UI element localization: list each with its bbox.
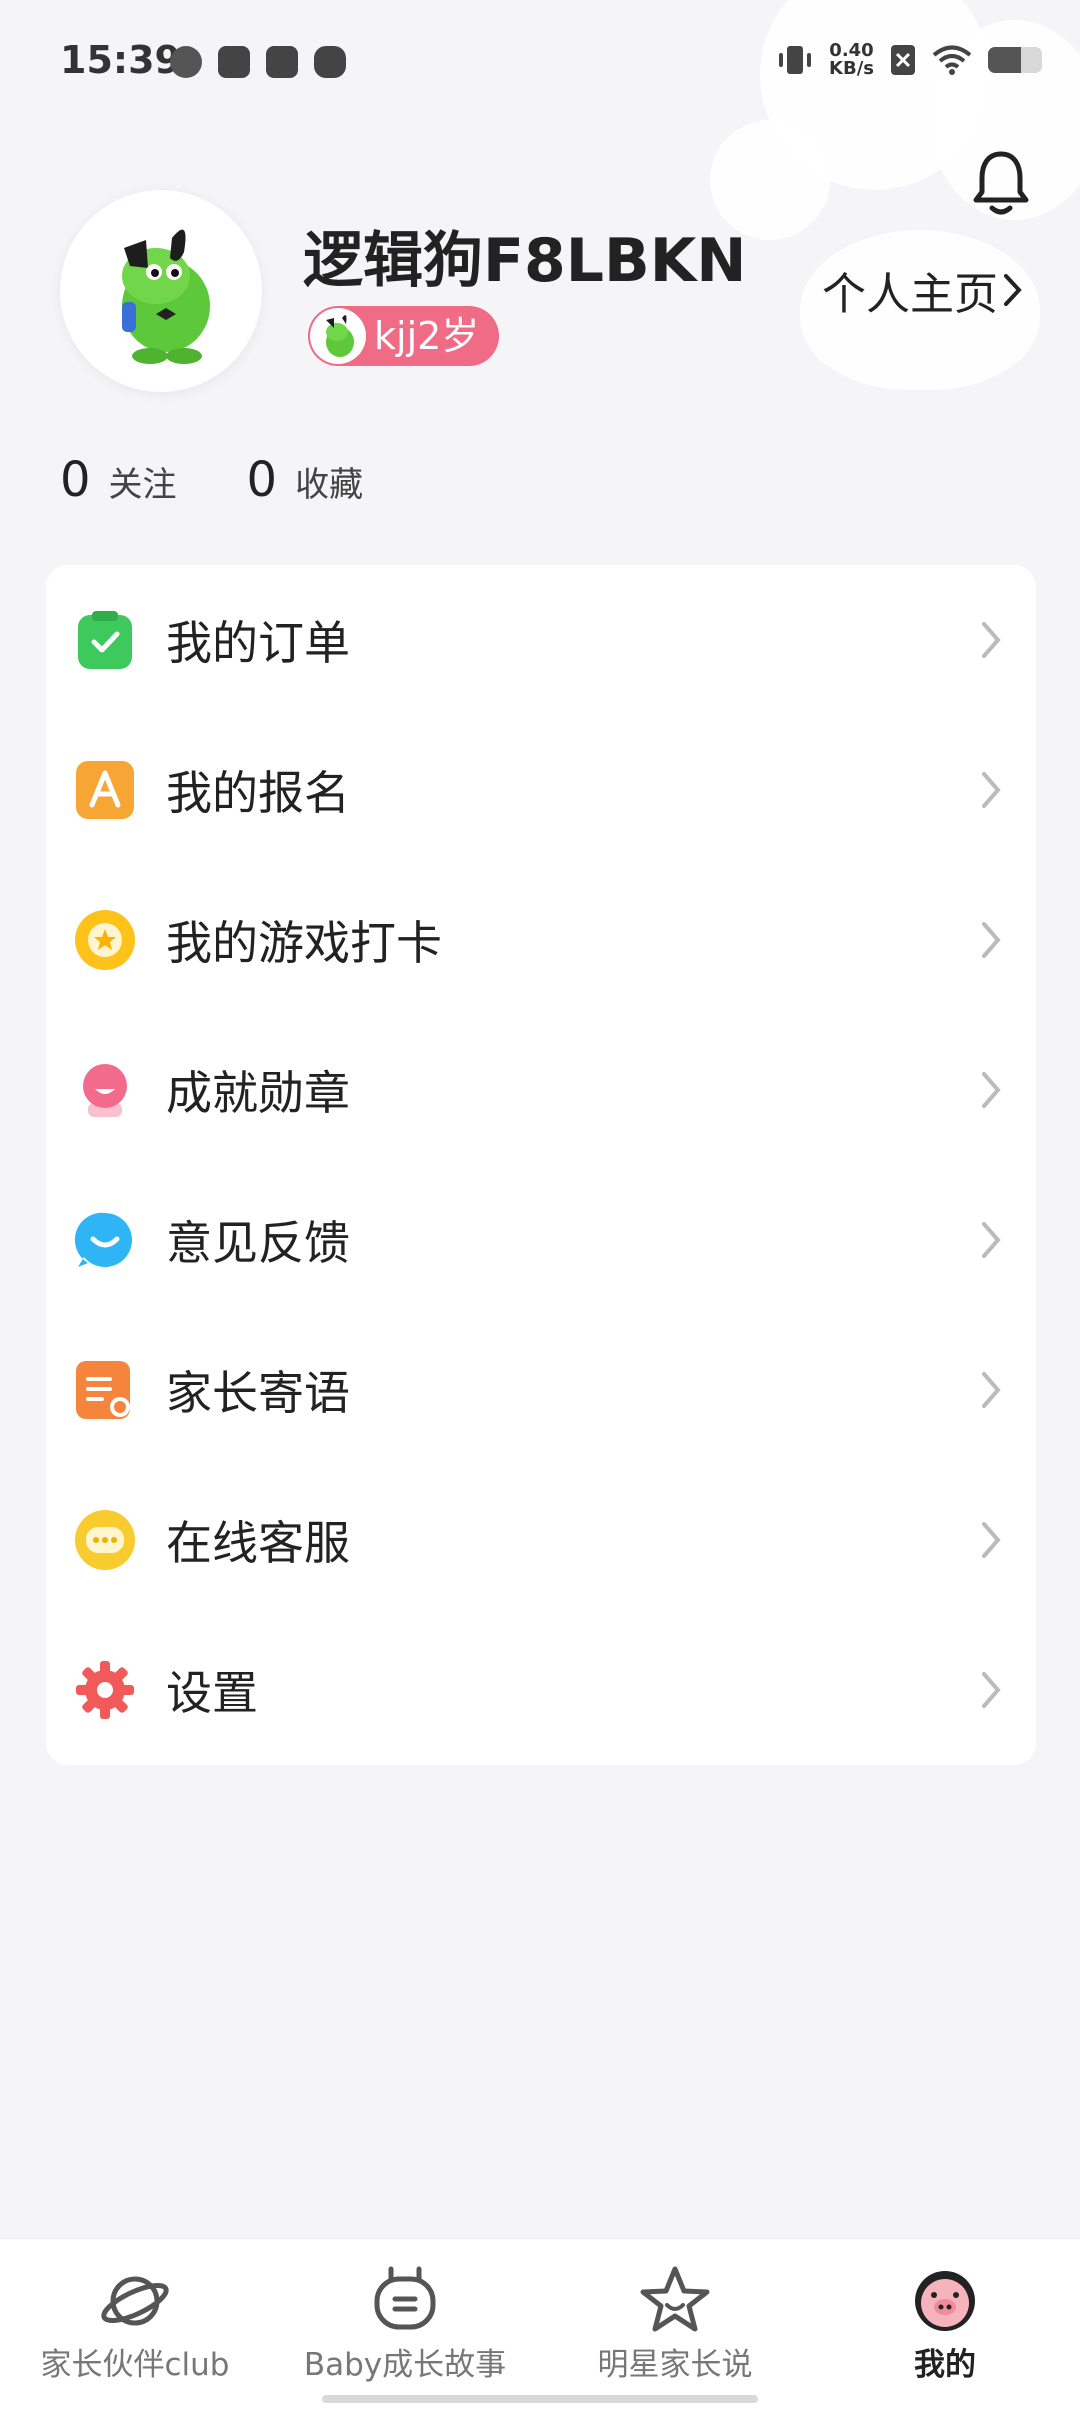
wifi-icon [932,45,972,75]
menu-label: 在线客服 [166,1516,350,1570]
profile-link-label: 个人主页 [822,269,998,320]
menu-label: 我的报名 [166,766,350,820]
avatar-image [80,210,242,372]
tab-label: 家长伙伴club [40,2347,230,2383]
tab-label: 我的 [914,2347,976,2383]
chevron-right-icon [982,1072,1001,1108]
favorite-count: 0 [246,452,278,508]
menu-item-customer-service[interactable]: 在线客服 [46,1465,1036,1615]
star-icon [640,2266,710,2332]
archive-icon [266,46,298,78]
order-icon [78,611,132,669]
child-badge-label: kjj2岁 [374,314,480,358]
avatar[interactable] [60,190,262,392]
tab-star-parents[interactable]: 明星家长说 [540,2249,810,2389]
net-speed: 0.40 KB/s [829,42,874,78]
favorite-stat[interactable]: 0 收藏 [247,452,364,508]
bell-icon[interactable] [970,148,1032,218]
green-dog-mascot-icon [80,210,242,372]
chevron-right-icon [982,772,1001,808]
chevron-right-icon [982,1522,1001,1558]
status-time: 15:39 [60,38,181,82]
follow-count: 0 [60,452,91,508]
profile-link[interactable]: 个人主页 [822,258,1024,322]
follow-stat[interactable]: 0 关注 [60,452,177,508]
notification-icons [170,46,346,78]
sim-off-icon [891,45,915,75]
bottom-tab-bar: 家长伙伴club Baby成长故事 明星家长说 我的 [0,2238,1080,2409]
menu-label: 意见反馈 [166,1216,350,1270]
cat-face-icon [314,46,346,78]
feedback-icon [74,1212,132,1267]
medal-icon [83,1064,127,1117]
tab-mine[interactable]: 我的 [810,2249,1080,2389]
child-badge[interactable]: kjj2岁 [308,306,500,366]
game-checkin-icon [75,910,135,970]
battery-icon [988,47,1042,73]
menu-card: 我的订单 我的报名 我的游戏打卡 成就勋章 意见反馈 家长寄语 在线客服 设置 [46,565,1036,1765]
pig-face-icon [915,2271,975,2331]
menu-item-medals[interactable]: 成就勋章 [46,1015,1036,1165]
stats-row: 0 关注 0 收藏 [60,452,363,508]
child-avatar [310,308,366,364]
mail-icon [218,46,250,78]
chevron-right-icon [1004,274,1022,306]
settings-icon [76,1661,134,1719]
menu-item-parent-message[interactable]: 家长寄语 [46,1315,1036,1465]
tab-club[interactable]: 家长伙伴club [0,2249,270,2389]
chevron-right-icon [982,1222,1001,1258]
chevron-right-icon [982,622,1001,658]
menu-label: 家长寄语 [166,1366,350,1420]
net-speed-unit: KB/s [829,58,874,79]
home-indicator[interactable] [322,2395,758,2403]
app-notification-icon [170,46,202,78]
chevron-right-icon [982,922,1001,958]
menu-item-signup[interactable]: 我的报名 [46,715,1036,865]
customer-service-icon [75,1510,135,1570]
follow-label: 关注 [108,465,177,505]
menu-label: 我的游戏打卡 [166,916,442,970]
chevron-right-icon [982,1672,1001,1708]
menu-item-feedback[interactable]: 意见反馈 [46,1165,1036,1315]
menu-label: 设置 [166,1666,258,1720]
tab-label: 明星家长说 [597,2347,753,2383]
tab-label: Baby成长故事 [303,2347,507,2383]
menu-item-game-checkin[interactable]: 我的游戏打卡 [46,865,1036,1015]
signup-icon [76,761,134,819]
status-right: 0.40 KB/s [777,42,1042,78]
menu-item-orders[interactable]: 我的订单 [46,565,1036,715]
battery-fill [988,47,1022,73]
vibrate-icon [779,46,812,74]
planet-icon [101,2276,169,2326]
menu-label: 成就勋章 [166,1066,350,1120]
robot-icon [374,2266,436,2330]
username: 逻辑狗F8LBKN [303,226,747,296]
parent-message-icon [76,1361,130,1419]
favorite-label: 收藏 [295,465,364,505]
menu-label: 我的订单 [166,616,350,670]
menu-item-settings[interactable]: 设置 [46,1615,1036,1765]
chevron-right-icon [982,1372,1001,1408]
tab-baby-stories[interactable]: Baby成长故事 [270,2249,540,2389]
